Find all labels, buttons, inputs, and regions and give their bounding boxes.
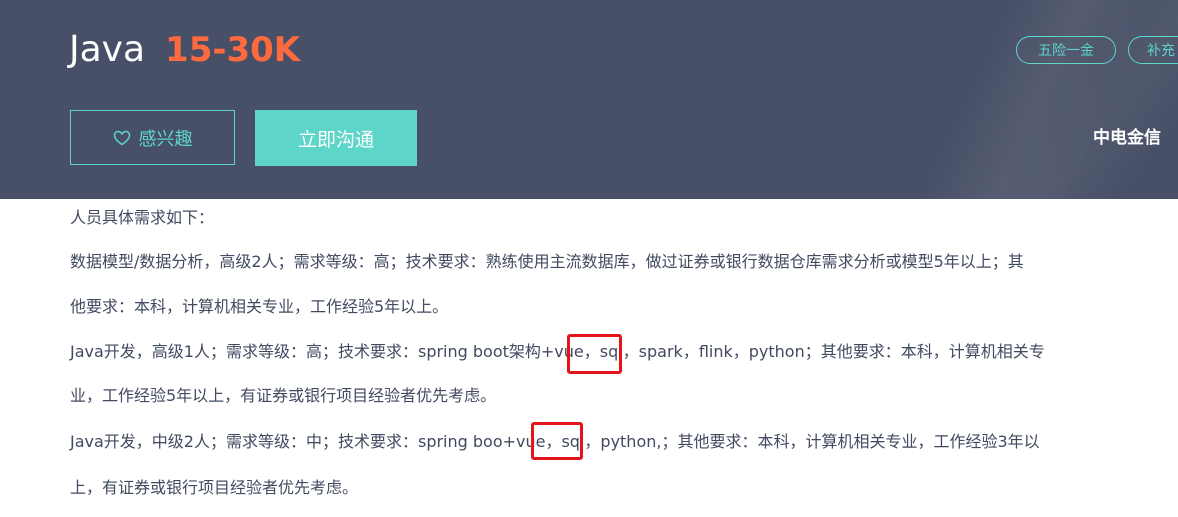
annotation-highlight-box — [531, 422, 583, 460]
description-line: 人员具体需求如下： — [70, 208, 215, 227]
job-header: Java 15-30K 五险一金 补充 感兴趣 立即沟通 中电金信 — [0, 0, 1178, 199]
header-decoration — [940, 0, 1178, 199]
description-line: 他要求：本科，计算机相关专业，工作经验5年以上。 — [70, 297, 449, 316]
job-salary: 15-30K — [165, 30, 301, 70]
benefit-tag: 补充 — [1128, 36, 1178, 64]
job-name: Java — [69, 29, 146, 70]
heart-outline-icon — [113, 130, 131, 146]
job-title: Java 15-30K — [69, 28, 300, 72]
interest-button-label: 感兴趣 — [138, 128, 193, 150]
description-line: 上，有证券或银行项目经验者优先考虑。 — [70, 478, 359, 497]
description-line: 业，工作经验5年以上，有证券或银行项目经验者优先考虑。 — [70, 386, 497, 405]
company-name[interactable]: 中电金信 — [1093, 126, 1161, 150]
chat-now-button[interactable]: 立即沟通 — [255, 110, 417, 166]
annotation-highlight-box — [567, 334, 622, 374]
interest-button[interactable]: 感兴趣 — [70, 110, 235, 165]
benefit-tag: 五险一金 — [1016, 36, 1116, 64]
description-line: 数据模型/数据分析，高级2人；需求等级：高；技术要求：熟练使用主流数据库，做过证… — [70, 252, 1024, 271]
description-line: Java开发，高级1人；需求等级：高；技术要求：spring boot架构+vu… — [70, 342, 1045, 361]
